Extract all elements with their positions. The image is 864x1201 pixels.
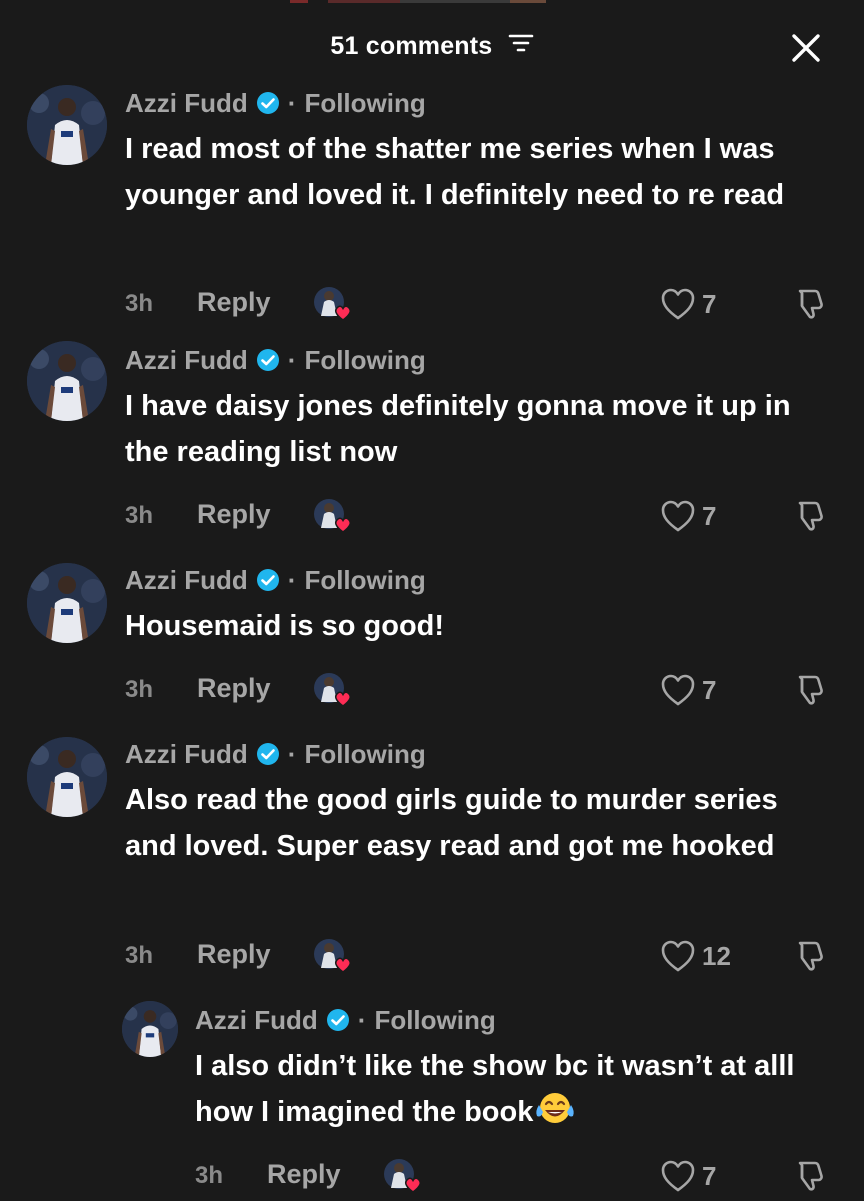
heart-outline-icon bbox=[661, 1160, 695, 1192]
comment-header-row: Azzi Fudd · Following bbox=[125, 563, 426, 597]
verified-badge-icon bbox=[256, 348, 280, 372]
comment-header-row: Azzi Fudd · Following bbox=[125, 343, 426, 377]
like-count: 7 bbox=[702, 288, 717, 319]
like-count: 7 bbox=[702, 500, 717, 531]
comment-text: I also didn’t like the show bc it wasn’t… bbox=[195, 1044, 845, 1139]
like-button[interactable]: 7 bbox=[660, 1156, 716, 1196]
tears-of-joy-emoji-icon bbox=[533, 1091, 577, 1140]
top-edge-strip bbox=[0, 0, 864, 3]
timestamp: 3h bbox=[125, 676, 154, 703]
author-name[interactable]: Azzi Fudd bbox=[125, 565, 248, 596]
avatar[interactable] bbox=[27, 563, 107, 643]
verified-badge-icon bbox=[256, 91, 280, 115]
dislike-icon[interactable] bbox=[792, 938, 828, 974]
verified-badge-icon bbox=[326, 1008, 350, 1032]
comment-actions: 3h Reply 7 bbox=[0, 496, 864, 536]
following-label: Following bbox=[304, 344, 426, 375]
creator-liked-avatar-icon bbox=[312, 670, 354, 710]
comment-text: Housemaid is so good! bbox=[125, 610, 445, 642]
timestamp: 3h bbox=[125, 942, 154, 969]
following-label: Following bbox=[304, 87, 426, 118]
like-button[interactable]: 7 bbox=[660, 284, 716, 324]
dislike-icon[interactable] bbox=[792, 1158, 828, 1194]
avatar[interactable] bbox=[122, 1001, 178, 1057]
verified-badge-icon bbox=[256, 568, 280, 592]
following-label: Following bbox=[374, 1004, 496, 1035]
timestamp: 3h bbox=[125, 290, 154, 317]
close-icon[interactable] bbox=[788, 30, 824, 66]
comment-header-row: Azzi Fudd · Following bbox=[195, 1003, 496, 1037]
separator-dot: · bbox=[287, 344, 297, 375]
like-count: 12 bbox=[702, 940, 731, 971]
reply-button[interactable]: Reply bbox=[267, 1159, 341, 1190]
timestamp: 3h bbox=[125, 502, 154, 529]
author-name[interactable]: Azzi Fudd bbox=[125, 88, 248, 119]
comments-count-title: 51 comments bbox=[330, 32, 493, 60]
creator-liked-avatar-icon bbox=[312, 496, 354, 536]
like-count: 7 bbox=[702, 674, 717, 705]
reply-button[interactable]: Reply bbox=[197, 673, 271, 704]
author-name[interactable]: Azzi Fudd bbox=[125, 739, 248, 770]
dislike-icon[interactable] bbox=[792, 286, 828, 322]
comments-title-button[interactable]: 51 comments bbox=[0, 32, 864, 61]
separator-dot: · bbox=[357, 1004, 367, 1035]
comments-header: 51 comments bbox=[0, 24, 864, 70]
comment-actions: 3h Reply 7 bbox=[0, 284, 864, 324]
like-button[interactable]: 7 bbox=[660, 670, 716, 710]
like-button[interactable]: 7 bbox=[660, 496, 716, 536]
author-name[interactable]: Azzi Fudd bbox=[125, 345, 248, 376]
timestamp: 3h bbox=[195, 1162, 224, 1189]
comment-text-content: I also didn’t like the show bc it wasn’t… bbox=[195, 1050, 795, 1128]
comment-text: I have daisy jones definitely gonna move… bbox=[125, 390, 791, 468]
comment-actions: 3h Reply 7 bbox=[0, 670, 864, 710]
comment-header-row: Azzi Fudd · Following bbox=[125, 86, 426, 120]
dislike-icon[interactable] bbox=[792, 672, 828, 708]
avatar[interactable] bbox=[27, 737, 107, 817]
reply-button[interactable]: Reply bbox=[197, 499, 271, 530]
reply-button[interactable]: Reply bbox=[197, 287, 271, 318]
filter-lines-icon[interactable] bbox=[508, 31, 534, 60]
author-name[interactable]: Azzi Fudd bbox=[195, 1005, 318, 1036]
comment-actions: 3h Reply 7 bbox=[0, 1156, 864, 1196]
comment-text: I read most of the shatter me series whe… bbox=[125, 133, 785, 211]
reply-button[interactable]: Reply bbox=[197, 939, 271, 970]
like-count: 7 bbox=[702, 1160, 717, 1191]
comment-actions: 3h Reply 12 bbox=[0, 936, 864, 976]
like-button[interactable]: 12 bbox=[660, 936, 731, 976]
avatar[interactable] bbox=[27, 341, 107, 421]
avatar[interactable] bbox=[27, 85, 107, 165]
creator-liked-avatar-icon bbox=[312, 936, 354, 976]
creator-liked-avatar-icon bbox=[382, 1156, 424, 1196]
separator-dot: · bbox=[287, 564, 297, 595]
separator-dot: · bbox=[287, 738, 297, 769]
heart-outline-icon bbox=[661, 940, 695, 972]
heart-outline-icon bbox=[661, 500, 695, 532]
following-label: Following bbox=[304, 564, 426, 595]
comment-text: Also read the good girls guide to murder… bbox=[125, 784, 778, 862]
following-label: Following bbox=[304, 738, 426, 769]
heart-outline-icon bbox=[661, 288, 695, 320]
dislike-icon[interactable] bbox=[792, 498, 828, 534]
creator-liked-avatar-icon bbox=[312, 284, 354, 324]
comment-header-row: Azzi Fudd · Following bbox=[125, 737, 426, 771]
heart-outline-icon bbox=[661, 674, 695, 706]
verified-badge-icon bbox=[256, 742, 280, 766]
separator-dot: · bbox=[287, 87, 297, 118]
